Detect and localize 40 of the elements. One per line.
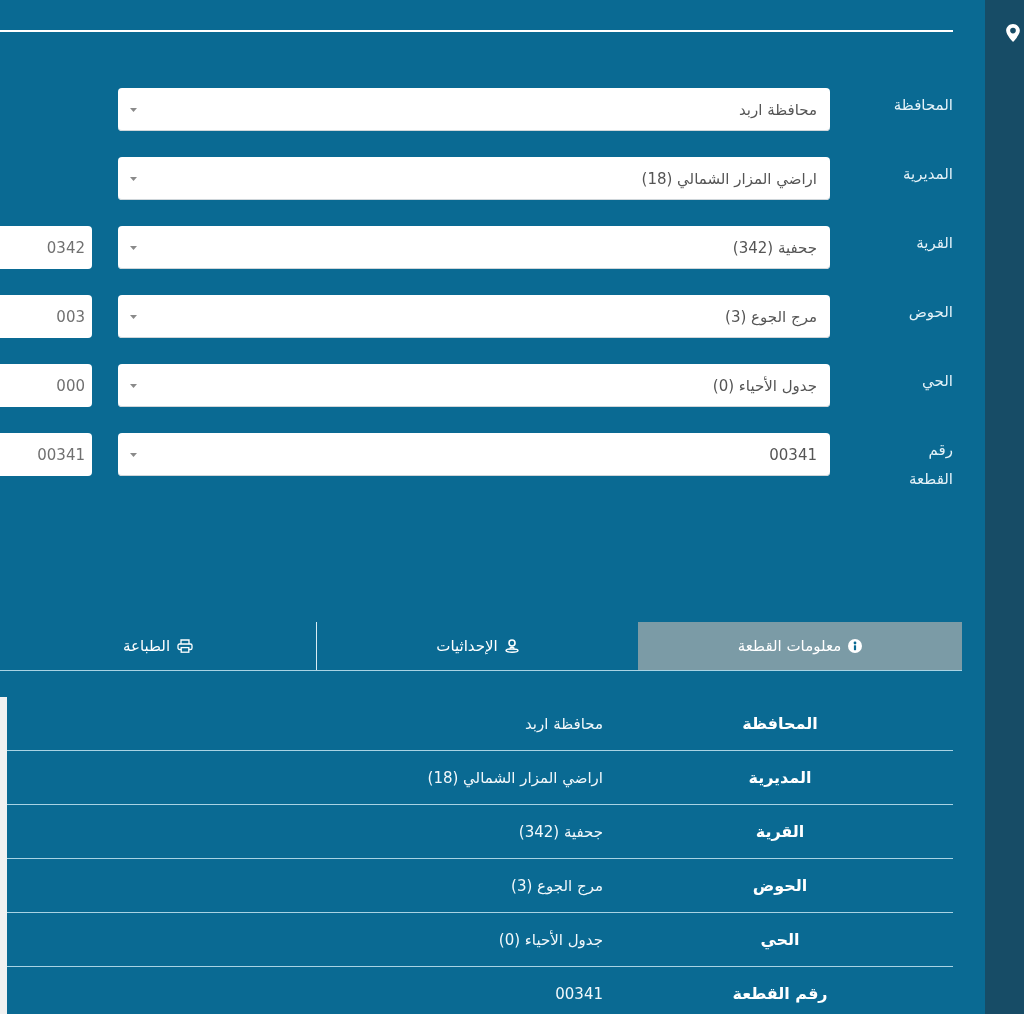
tab[interactable]: الإحداثيات bbox=[316, 622, 638, 670]
field-label: المحافظة bbox=[893, 95, 953, 116]
dropdown-field[interactable]: اراضي المزار الشمالي (18) bbox=[118, 157, 830, 200]
field-label: رقم القطعة bbox=[909, 440, 953, 490]
dropdown-field[interactable]: جدول الأحياء (0) bbox=[118, 364, 830, 407]
dropdown-field[interactable]: مرج الجوع (3) bbox=[118, 295, 830, 338]
table-value: محافظة اربد bbox=[524, 714, 603, 733]
caret-icon bbox=[130, 383, 137, 388]
table-value: اراضي المزار الشمالي (18) bbox=[427, 768, 603, 787]
table-key: المحافظة bbox=[742, 714, 818, 733]
table-key: القرية bbox=[755, 822, 805, 841]
printer-icon bbox=[177, 639, 194, 653]
table-value: 00341 bbox=[555, 984, 603, 1003]
code-field[interactable]: 00341 bbox=[0, 433, 92, 476]
field-label: الحي bbox=[922, 371, 953, 393]
code-field[interactable]: 0342 bbox=[0, 226, 92, 269]
person-pin-icon bbox=[504, 639, 519, 653]
table-key: الحوض bbox=[752, 876, 808, 895]
dropdown-field[interactable]: جحفية (342) bbox=[118, 226, 830, 269]
table-value: جحفية (342) bbox=[518, 822, 603, 841]
dropdown-field[interactable]: محافظة اربد bbox=[118, 88, 830, 131]
caret-icon bbox=[130, 176, 137, 181]
field-label: الحوض bbox=[908, 302, 953, 323]
table-value: جدول الأحياء (0) bbox=[498, 930, 603, 949]
tab[interactable]: الطباعة bbox=[0, 622, 316, 670]
caret-icon bbox=[130, 245, 137, 250]
table-value: مرج الجوع (3) bbox=[511, 876, 603, 895]
caret-icon bbox=[130, 107, 137, 112]
location-pin-icon[interactable] bbox=[1006, 24, 1020, 42]
code-field[interactable]: 000 bbox=[0, 364, 92, 407]
dropdown-field[interactable]: 00341 bbox=[118, 433, 830, 476]
field-label: القرية bbox=[916, 233, 953, 254]
info-icon bbox=[848, 639, 863, 653]
table-key: الحي bbox=[760, 930, 800, 949]
caret-icon bbox=[130, 314, 137, 319]
code-field[interactable]: 003 bbox=[0, 295, 92, 338]
field-label: المديرية bbox=[903, 164, 953, 185]
table-key: المديرية bbox=[748, 768, 812, 787]
caret-icon bbox=[130, 452, 137, 457]
table-key: رقم القطعة bbox=[732, 984, 828, 1003]
